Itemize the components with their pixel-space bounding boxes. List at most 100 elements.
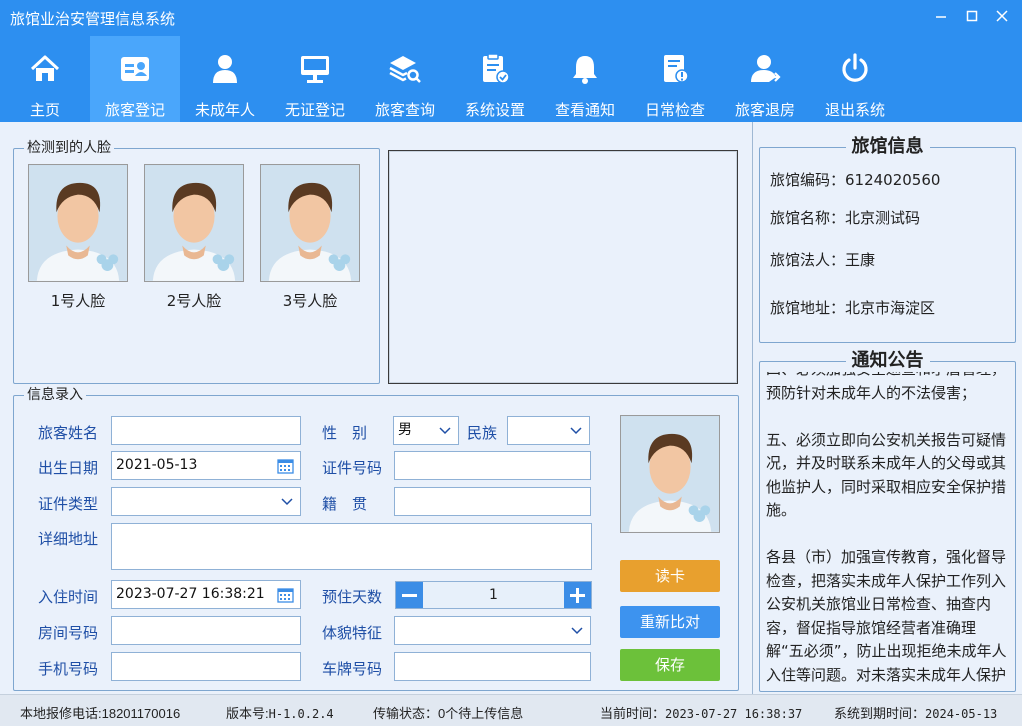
ethnic-select[interactable] [507, 416, 590, 445]
main-nav: 主页 旅客登记 未成年人 无证登记 旅客查询 系统设置 查看通知 日常检查 旅客… [0, 36, 900, 122]
nav-label: 退出系统 [824, 101, 885, 119]
nav-minor[interactable]: 未成年人 [180, 36, 270, 122]
settings-doc-icon [483, 53, 510, 84]
expire-date: 系统到期时间：2024-05-13 [834, 703, 997, 722]
group-title: 旅馆信息 [845, 135, 930, 159]
avatar [261, 165, 359, 281]
face-thumbnail-1[interactable] [28, 164, 128, 282]
nav-label: 未成年人 [194, 101, 255, 119]
version-label: 版本号: [226, 706, 269, 721]
gender-select[interactable]: 男 [393, 416, 459, 445]
expire-date-label: 系统到期时间： [834, 706, 926, 721]
nav-label: 无证登记 [284, 101, 345, 119]
stay-days-value[interactable]: 1 [423, 582, 564, 608]
face-label-2: 2号人脸 [166, 292, 222, 310]
native-place-input[interactable] [394, 487, 591, 516]
decrement-button[interactable] [396, 582, 423, 608]
maximize-button[interactable] [964, 8, 980, 24]
plate-label: 车牌号码 [322, 660, 383, 678]
gender-label: 性 别 [322, 424, 368, 442]
group-title: 信息录入 [24, 386, 86, 404]
checkin-time-label: 入住时间 [38, 588, 99, 606]
nav-guest-query[interactable]: 旅客查询 [360, 36, 450, 122]
pane-divider [752, 122, 753, 694]
stay-days-stepper: 1 [395, 581, 592, 609]
calendar-icon [277, 588, 294, 603]
nav-label: 查看通知 [554, 101, 615, 119]
id-number-input[interactable] [394, 451, 591, 480]
notice-paragraph: 五、必须立即向公安机关报告可疑情况，并及时联系未成年人的父母或其他监护人，同时采… [766, 430, 1007, 520]
nav-no-id-register[interactable]: 无证登记 [270, 36, 360, 122]
id-type-label: 证件类型 [38, 495, 99, 513]
features-label: 体貌特征 [322, 624, 383, 642]
power-icon [842, 53, 868, 82]
ethnic-label: 民族 [467, 424, 498, 442]
repair-phone: 本地报修电话:18201170016 [20, 706, 181, 721]
address-label: 详细地址 [38, 530, 99, 548]
phone-label: 手机号码 [38, 660, 99, 678]
nav-home[interactable]: 主页 [0, 36, 90, 122]
inspection-icon [664, 55, 689, 83]
birth-date-value: 2021-05-13 [116, 457, 198, 473]
hotel-code: 旅馆编码：6124020560 [770, 171, 941, 189]
plus-icon [570, 588, 585, 603]
room-number-input[interactable] [111, 616, 301, 645]
notice-content[interactable]: 四、必须加强安全巡查和矛盾管理，预防针对未成年人的不法侵害； 五、必须立即向公安… [766, 372, 1010, 690]
current-time: 当前时间：2023-07-27 16:38:37 [600, 703, 802, 722]
expire-date-value: 2024-05-13 [925, 707, 998, 721]
maximize-icon [966, 10, 978, 22]
read-card-button[interactable]: 读卡 [620, 560, 720, 592]
face-label-3: 3号人脸 [282, 292, 338, 310]
group-title: 通知公告 [845, 349, 930, 373]
nav-checkout[interactable]: 旅客退房 [720, 36, 810, 122]
layers-search-icon [389, 56, 421, 83]
birth-date-picker[interactable]: 2021-05-13 [111, 451, 301, 480]
nav-notifications[interactable]: 查看通知 [540, 36, 630, 122]
face-thumbnail-2[interactable] [144, 164, 244, 282]
top-bar: 旅馆业治安管理信息系统 主页 旅客登记 未成年人 无证登记 旅客查询 系统设置 … [0, 0, 1022, 122]
group-title: 检测到的人脸 [24, 139, 114, 157]
current-time-value: 2023-07-27 16:38:37 [665, 707, 803, 721]
plate-input[interactable] [394, 652, 591, 681]
status-bar: 本地报修电话:18201170016 版本号:H-1.0.2.4 传输状态：0个… [0, 694, 1022, 726]
address-textarea[interactable] [111, 523, 592, 570]
id-type-select[interactable] [111, 487, 301, 516]
nav-settings[interactable]: 系统设置 [450, 36, 540, 122]
nav-exit[interactable]: 退出系统 [810, 36, 900, 122]
rematch-button[interactable]: 重新比对 [620, 606, 720, 638]
nav-label: 主页 [29, 101, 60, 119]
chevron-down-icon [439, 427, 451, 435]
guest-name-input[interactable] [111, 416, 301, 445]
increment-button[interactable] [564, 582, 591, 608]
minus-icon [402, 594, 417, 597]
features-select[interactable] [394, 616, 591, 645]
phone-input[interactable] [111, 652, 301, 681]
save-button[interactable]: 保存 [620, 649, 720, 681]
gender-value: 男 [398, 422, 412, 438]
version-info: 版本号:H-1.0.2.4 [226, 703, 334, 722]
hotel-name: 旅馆名称：北京测试码 [770, 209, 921, 227]
birth-date-label: 出生日期 [38, 459, 99, 477]
chevron-down-icon [571, 627, 583, 635]
current-time-label: 当前时间： [600, 706, 666, 721]
nav-label: 旅客登记 [104, 101, 165, 119]
face-thumbnail-3[interactable] [260, 164, 360, 282]
checkout-person-icon [751, 55, 781, 82]
minimize-icon [936, 16, 946, 18]
upload-status: 传输状态：0个待上传信息 [373, 706, 524, 721]
minimize-button[interactable] [933, 8, 949, 24]
nav-label: 旅客退房 [734, 101, 795, 119]
nav-guest-register[interactable]: 旅客登记 [90, 36, 180, 122]
id-photo [620, 415, 720, 533]
bell-icon [573, 56, 597, 84]
id-number-label: 证件号码 [322, 459, 383, 477]
avatar [145, 165, 243, 281]
face-label-1: 1号人脸 [50, 292, 106, 310]
avatar [621, 416, 719, 532]
camera-preview [388, 150, 738, 384]
nav-daily-inspection[interactable]: 日常检查 [630, 36, 720, 122]
checkin-time-picker[interactable]: 2023-07-27 16:38:21 [111, 580, 301, 609]
notice-paragraph: 四、必须加强安全巡查和矛盾管理，预防针对未成年人的不法侵害； [766, 372, 1006, 402]
close-button[interactable] [994, 8, 1010, 24]
calendar-icon [277, 459, 294, 474]
